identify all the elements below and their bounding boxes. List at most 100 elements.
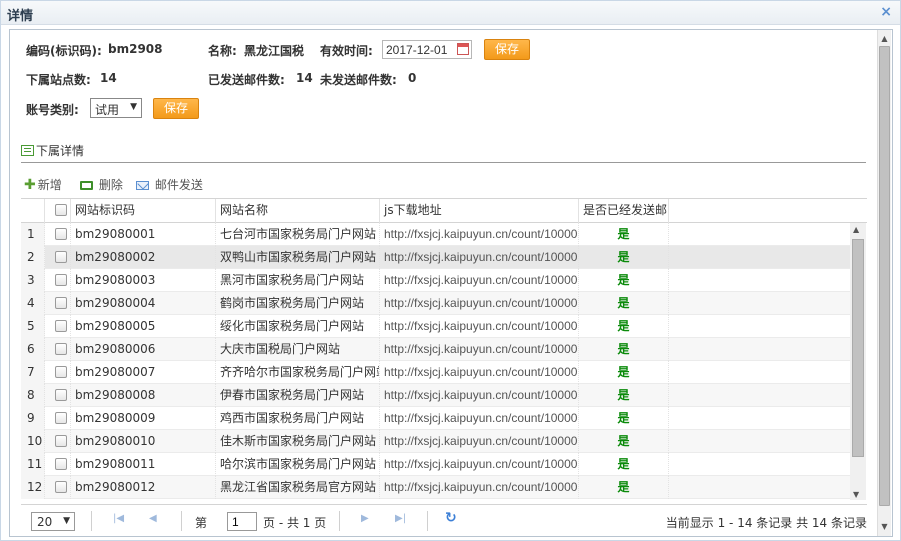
- site-name: 大庆市国税局门户网站: [216, 338, 380, 361]
- site-code: bm29080002: [71, 246, 216, 269]
- send-mail-button[interactable]: 邮件发送: [136, 176, 203, 193]
- row-checkbox-cell[interactable]: [45, 430, 71, 453]
- sent-status: 是: [579, 315, 669, 338]
- row-number: 5: [21, 315, 45, 338]
- refresh-icon[interactable]: ↻: [445, 510, 457, 526]
- account-type-select[interactable]: 试用 ▼: [90, 98, 142, 118]
- row-checkbox[interactable]: [55, 274, 67, 286]
- code-label: 编码(标识码):: [26, 44, 102, 58]
- row-checkbox[interactable]: [55, 228, 67, 240]
- table-row[interactable]: 12 bm29080012 黑龙江省国家税务局官方网站 http://fxsjcj.k…: [21, 476, 850, 499]
- pager-separator: [427, 511, 428, 531]
- table-row[interactable]: 2 bm29080002 双鸭山市国家税务局门户网站 http://fxsjcj.ka…: [21, 246, 850, 269]
- row-checkbox[interactable]: [55, 458, 67, 470]
- row-checkbox[interactable]: [55, 251, 67, 263]
- js-url: http://fxsjcj.kaipuyun.cn/count/10000: [380, 361, 579, 384]
- grid-scrollbar[interactable]: ▲ ▼: [850, 223, 866, 500]
- header-url[interactable]: js下载地址: [380, 199, 579, 223]
- dialog-scrollbar[interactable]: ▲ ▼: [877, 30, 891, 536]
- row-checkbox-cell[interactable]: [45, 361, 71, 384]
- row-checkbox[interactable]: [55, 297, 67, 309]
- row-checkbox-cell[interactable]: [45, 453, 71, 476]
- scroll-up-icon[interactable]: ▲: [878, 32, 891, 46]
- js-url: http://fxsjcj.kaipuyun.cn/count/10000: [380, 430, 579, 453]
- row-checkbox[interactable]: [55, 435, 67, 447]
- next-page-icon[interactable]: ▶: [361, 513, 369, 524]
- row-checkbox[interactable]: [55, 320, 67, 332]
- row-checkbox-cell[interactable]: [45, 338, 71, 361]
- row-checkbox[interactable]: [55, 481, 67, 493]
- save-button[interactable]: 保存: [484, 39, 530, 60]
- sent-status: 是: [579, 338, 669, 361]
- row-checkbox-cell[interactable]: [45, 384, 71, 407]
- dialog-scroll-thumb[interactable]: [879, 46, 890, 506]
- row-number: 12: [21, 476, 45, 499]
- js-url: http://fxsjcj.kaipuyun.cn/count/10000: [380, 453, 579, 476]
- grid-scroll-thumb[interactable]: [852, 239, 864, 457]
- row-number: 4: [21, 292, 45, 315]
- row-checkbox-cell[interactable]: [45, 223, 71, 246]
- delete-button[interactable]: 删除: [80, 176, 123, 193]
- row-checkbox[interactable]: [55, 366, 67, 378]
- row-checkbox-cell[interactable]: [45, 407, 71, 430]
- close-icon[interactable]: ×: [880, 4, 892, 20]
- row-checkbox-cell[interactable]: [45, 315, 71, 338]
- last-page-icon[interactable]: ▶|: [395, 513, 406, 524]
- header-name[interactable]: 网站名称: [216, 199, 380, 223]
- sent-status: 是: [579, 361, 669, 384]
- first-page-icon[interactable]: |◀: [113, 513, 124, 524]
- table-row[interactable]: 11 bm29080011 哈尔滨市国家税务局门户网站 http://fxsjcj.k…: [21, 453, 850, 476]
- scroll-down-icon[interactable]: ▼: [853, 490, 859, 499]
- chevron-down-icon: ▼: [63, 516, 70, 526]
- table-row[interactable]: 5 bm29080005 绥化市国家税务局门户网站 http://fxsjcj.kai…: [21, 315, 850, 338]
- table-row[interactable]: 7 bm29080007 齐齐哈尔市国家税务局门户网站 http://fxsjcj.k…: [21, 361, 850, 384]
- site-code: bm29080011: [71, 453, 216, 476]
- site-name: 黑河市国家税务局门户网站: [216, 269, 380, 292]
- select-all-checkbox[interactable]: [55, 204, 67, 216]
- delete-label: 删除: [98, 178, 123, 192]
- account-type-label: 账号类别:: [26, 103, 79, 117]
- sent-status: 是: [579, 430, 669, 453]
- row-checkbox[interactable]: [55, 389, 67, 401]
- table-row[interactable]: 1 bm29080001 七台河市国家税务局门户网站 http://fxsjcj.ka…: [21, 223, 850, 246]
- page-number-input[interactable]: [227, 512, 257, 531]
- site-code: bm29080003: [71, 269, 216, 292]
- table-row[interactable]: 10 bm29080010 佳木斯市国家税务局门户网站 http://fxsjcj.k…: [21, 430, 850, 453]
- save-account-button[interactable]: 保存: [153, 98, 199, 119]
- valid-time-input[interactable]: 2017-12-01: [382, 40, 472, 59]
- row-checkbox-cell[interactable]: [45, 269, 71, 292]
- site-name: 鹤岗市国家税务局门户网站: [216, 292, 380, 315]
- table-row[interactable]: 8 bm29080008 伊春市国家税务局门户网站 http://fxsjcj.kai…: [21, 384, 850, 407]
- scroll-down-icon[interactable]: ▼: [878, 520, 891, 534]
- site-code: bm29080008: [71, 384, 216, 407]
- row-checkbox[interactable]: [55, 343, 67, 355]
- unsent-count-value: 0: [408, 71, 417, 85]
- row-number: 2: [21, 246, 45, 269]
- calendar-icon[interactable]: [457, 43, 469, 55]
- table-row[interactable]: 3 bm29080003 黑河市国家税务局门户网站 http://fxsjcj.kai…: [21, 269, 850, 292]
- row-checkbox[interactable]: [55, 412, 67, 424]
- site-name: 鸡西市国家税务局门户网站: [216, 407, 380, 430]
- code-value: bm2908: [108, 42, 163, 56]
- scroll-up-icon[interactable]: ▲: [853, 225, 859, 234]
- row-checkbox-cell[interactable]: [45, 476, 71, 499]
- row-checkbox-cell[interactable]: [45, 246, 71, 269]
- table-row[interactable]: 6 bm29080006 大庆市国税局门户网站 http://fxsjcj.kaipu…: [21, 338, 850, 361]
- valid-time-value: 2017-12-01: [386, 43, 448, 57]
- row-checkbox-cell[interactable]: [45, 292, 71, 315]
- table-row[interactable]: 9 bm29080009 鸡西市国家税务局门户网站 http://fxsjcj.kai…: [21, 407, 850, 430]
- header-select-all[interactable]: [45, 199, 71, 223]
- header-sent[interactable]: 是否已经发送邮: [579, 199, 669, 223]
- section-title: 下属详情: [21, 142, 84, 159]
- row-number: 10: [21, 430, 45, 453]
- table-row[interactable]: 4 bm29080004 鹤岗市国家税务局门户网站 http://fxsjcj.kai…: [21, 292, 850, 315]
- header-code[interactable]: 网站标识码: [71, 199, 216, 223]
- page-size-select[interactable]: 20 ▼: [31, 512, 75, 531]
- dialog-body: 编码(标识码): bm2908 名称: 黑龙江国税 有效时间: 2017-12-…: [9, 29, 893, 537]
- site-name: 七台河市国家税务局门户网站: [216, 223, 380, 246]
- js-url: http://fxsjcj.kaipuyun.cn/count/10000: [380, 315, 579, 338]
- js-url: http://fxsjcj.kaipuyun.cn/count/10000: [380, 269, 579, 292]
- add-button[interactable]: ✚ 新增: [24, 176, 62, 193]
- section-title-text: 下属详情: [36, 144, 85, 158]
- prev-page-icon[interactable]: ◀: [149, 513, 157, 524]
